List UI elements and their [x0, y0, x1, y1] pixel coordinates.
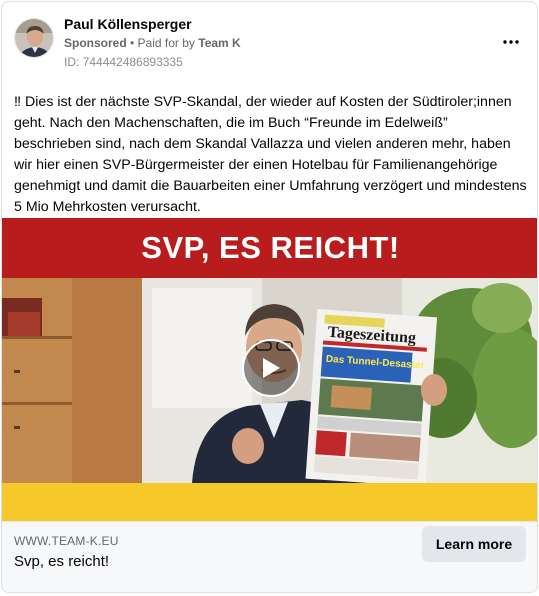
more-horizontal-icon	[503, 40, 519, 44]
page-name[interactable]: Paul Köllensperger	[64, 16, 192, 32]
learn-more-button[interactable]: Learn more	[422, 526, 526, 562]
more-options-button[interactable]	[499, 30, 523, 54]
video-bottom-strip	[2, 483, 537, 521]
post-header: Paul Köllensperger Sponsored • Paid for …	[2, 2, 537, 80]
avatar-photo	[15, 19, 53, 57]
avatar[interactable]	[14, 18, 54, 58]
link-headline[interactable]: Svp, es reicht!	[14, 553, 109, 570]
ad-id: ID: 744442486893335	[64, 55, 183, 69]
paid-for-name[interactable]: Team K	[198, 36, 240, 50]
ad-card: Paul Köllensperger Sponsored • Paid for …	[1, 1, 538, 593]
play-button[interactable]	[242, 339, 300, 397]
play-icon	[263, 358, 280, 378]
link-domain: WWW.TEAM-K.EU	[14, 534, 119, 548]
sponsored-label[interactable]: Sponsored	[64, 36, 127, 50]
video-media[interactable]: SVP, ES REICHT! Tageszeitung Das Tunnel-…	[2, 218, 537, 521]
post-text: ‼ Dies ist der nächste SVP-Skandal, der …	[14, 94, 527, 215]
video-banner: SVP, ES REICHT!	[2, 218, 537, 278]
paid-for-prefix: Paid for by	[137, 36, 199, 50]
separator: •	[126, 36, 138, 50]
link-footer[interactable]: WWW.TEAM-K.EU Svp, es reicht! Learn more	[2, 521, 537, 592]
banner-text: SVP, ES REICHT!	[141, 230, 400, 265]
sponsored-line: Sponsored • Paid for by Team K	[64, 36, 241, 50]
